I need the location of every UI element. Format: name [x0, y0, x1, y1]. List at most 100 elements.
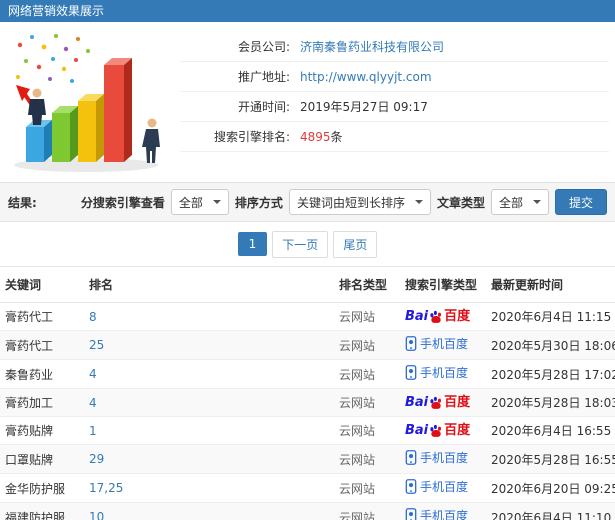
- column-header: 最新更新时间: [486, 266, 615, 303]
- chevron-down-icon: [414, 200, 423, 204]
- engine-filter-value: 全部: [178, 195, 203, 210]
- keyword-cell: 口罩贴牌: [0, 444, 84, 474]
- member-info: 会员公司: 济南秦鲁药业科技有限公司 推广地址: http://www.qlyy…: [180, 22, 609, 182]
- confetti-dots: [16, 34, 90, 83]
- column-header: 排名类型: [334, 266, 400, 303]
- rank-link[interactable]: 4: [89, 396, 97, 410]
- rank-cell: 25: [84, 330, 334, 360]
- sort-filter-select[interactable]: 关键词由短到长排序: [288, 189, 431, 215]
- mobile-baidu-text: 手机百度: [420, 336, 469, 351]
- title-bar: 网络营销效果展示: [0, 0, 615, 22]
- update-time-cell: 2020年5月28日 17:02: [486, 359, 615, 389]
- rank-cell: 17,25: [84, 473, 334, 503]
- engine-cell: 手机百度: [400, 502, 486, 520]
- open-time-value: 2019年5月27日 09:17: [300, 100, 428, 114]
- promo-url-link[interactable]: http://www.qlyyjt.com: [300, 70, 432, 84]
- table-row: 福建防护服 10 云网站 手机百度 2020年6月4日 11:10: [0, 502, 615, 520]
- update-time-cell: 2020年6月4日 11:15: [486, 302, 615, 331]
- update-time-cell: 2020年6月4日 11:10: [486, 502, 615, 520]
- rank-count-suffix: 条: [330, 130, 343, 144]
- rank-link[interactable]: 1: [89, 424, 97, 438]
- member-summary-section: 会员公司: 济南秦鲁药业科技有限公司 推广地址: http://www.qlyy…: [0, 22, 615, 182]
- rank-type-cell: 云网站: [334, 359, 400, 389]
- info-row-company: 会员公司: 济南秦鲁药业科技有限公司: [180, 32, 609, 62]
- baidu-paw-icon: [430, 424, 442, 437]
- mobile-phone-icon: [405, 450, 417, 465]
- mobile-phone-icon: [405, 336, 417, 351]
- keyword-cell: 金华防护服: [0, 473, 84, 503]
- baidu-cn-text: 百度: [444, 423, 471, 439]
- rank-link[interactable]: 17,25: [89, 481, 123, 495]
- rank-cell: 4: [84, 359, 334, 389]
- table-header-row: 关键词 排名 排名类型 搜索引擎类型 最新更新时间: [0, 266, 615, 303]
- engine-cell: Bai 百度: [400, 416, 486, 445]
- page: 网络营销效果展示 会员公司: 济南秦鲁药业科技有限公司 推广地址: http:/…: [0, 0, 615, 520]
- engine-cell: 手机百度: [400, 444, 486, 474]
- mobile-phone-icon: [405, 365, 417, 380]
- engine-filter-select[interactable]: 全部: [170, 189, 229, 215]
- mobile-baidu-text: 手机百度: [420, 365, 469, 380]
- baidu-cn-text: 百度: [444, 395, 471, 411]
- bar-red: [104, 58, 132, 162]
- rank-link[interactable]: 29: [89, 452, 104, 466]
- mobile-baidu-badge: 手机百度: [405, 508, 468, 520]
- table-body: 膏药代工 8 云网站 Bai 百度 2020年6月4日 11:15 膏药代工 25 云网站 手机百…: [0, 302, 615, 520]
- chart-illustration: [0, 22, 180, 182]
- rank-link[interactable]: 10: [89, 510, 104, 520]
- promo-url-label: 推广地址:: [237, 70, 290, 84]
- baidu-paw-icon: [430, 396, 442, 409]
- rank-link[interactable]: 8: [89, 310, 97, 324]
- baidu-cn-text: 百度: [444, 309, 471, 325]
- mobile-baidu-badge: 手机百度: [405, 450, 468, 465]
- rank-cell: 10: [84, 502, 334, 520]
- mobile-baidu-badge: 手机百度: [405, 365, 468, 380]
- keyword-cell: 福建防护服: [0, 502, 84, 520]
- member-company-link[interactable]: 济南秦鲁药业科技有限公司: [300, 38, 444, 55]
- column-header: 排名: [84, 266, 334, 303]
- rank-type-cell: 云网站: [334, 416, 400, 445]
- rank-type-cell: 云网站: [334, 388, 400, 417]
- keyword-cell: 膏药加工: [0, 388, 84, 417]
- last-page-button[interactable]: 尾页: [333, 230, 378, 258]
- rank-type-cell: 云网站: [334, 502, 400, 520]
- keyword-cell: 秦鲁药业: [0, 359, 84, 389]
- info-row-open-time: 开通时间: 2019年5月27日 09:17: [180, 92, 609, 122]
- rank-cell: 1: [84, 416, 334, 445]
- mobile-phone-icon: [405, 508, 417, 520]
- rank-type-cell: 云网站: [334, 330, 400, 360]
- bar-yellow: [78, 94, 104, 162]
- column-header: 关键词: [0, 266, 84, 303]
- update-time-cell: 2020年6月4日 16:55: [486, 416, 615, 445]
- baidu-logo: Bai 百度: [405, 396, 470, 410]
- rank-type-cell: 云网站: [334, 473, 400, 503]
- article-type-select[interactable]: 全部: [490, 189, 549, 215]
- table-row: 膏药加工 4 云网站 Bai 百度 2020年5月28日 18:03: [0, 388, 615, 417]
- sort-filter-label: 排序方式: [234, 195, 283, 210]
- result-label: 结果:: [8, 195, 37, 210]
- info-row-url: 推广地址: http://www.qlyyjt.com: [180, 62, 609, 92]
- chevron-down-icon: [532, 200, 541, 204]
- bar-blue: [26, 120, 52, 162]
- baidu-latin-text: Bai: [405, 395, 429, 411]
- column-header: 搜索引擎类型: [400, 266, 486, 303]
- rank-link[interactable]: 4: [89, 367, 97, 381]
- page-current[interactable]: 1: [237, 232, 268, 256]
- mobile-baidu-badge: 手机百度: [405, 479, 468, 494]
- table-row: 膏药代工 25 云网站 手机百度 2020年5月30日 18:06: [0, 330, 615, 360]
- results-table: 关键词 排名 排名类型 搜索引擎类型 最新更新时间 膏药代工 8 云网站 Bai 百度 2020年…: [0, 266, 615, 520]
- mobile-baidu-badge: 手机百度: [405, 336, 468, 351]
- rank-count-value: 4895: [300, 129, 331, 144]
- engine-filter-label: 分搜索引擎查看: [80, 195, 165, 210]
- table-row: 秦鲁药业 4 云网站 手机百度 2020年5月28日 17:02: [0, 359, 615, 389]
- submit-button[interactable]: 提交: [554, 189, 607, 215]
- mobile-phone-icon: [405, 479, 417, 494]
- engine-cell: Bai 百度: [400, 388, 486, 417]
- rank-link[interactable]: 25: [89, 338, 104, 352]
- next-page-button[interactable]: 下一页: [272, 230, 329, 258]
- rank-type-cell: 云网站: [334, 444, 400, 474]
- table-row: 金华防护服 17,25 云网站 手机百度 2020年6月20日 09:25: [0, 473, 615, 503]
- bar-chart-illustration-svg: [14, 34, 160, 172]
- businessman-figure: [28, 88, 46, 125]
- engine-cell: Bai 百度: [400, 302, 486, 331]
- update-time-cell: 2020年6月20日 09:25: [486, 473, 615, 503]
